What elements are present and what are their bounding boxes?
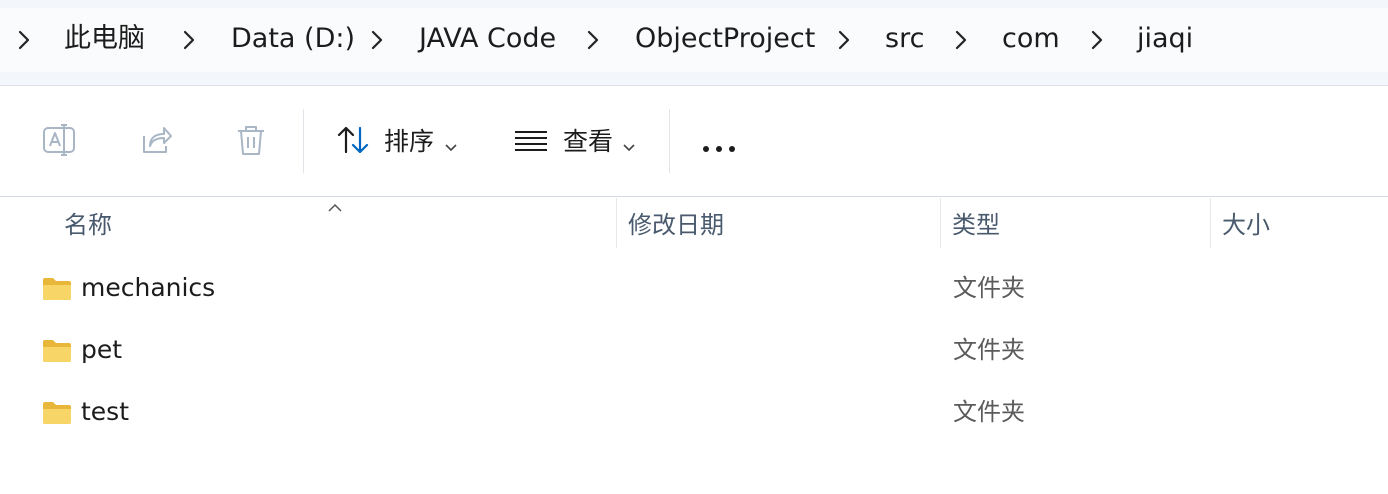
file-row[interactable]: mechanics 文件夹 bbox=[0, 259, 1388, 319]
breadcrumb-item-com[interactable]: com bbox=[1002, 22, 1060, 56]
file-name[interactable]: pet bbox=[81, 334, 122, 366]
breadcrumb-item-this-pc[interactable]: 此电脑 bbox=[64, 22, 145, 56]
share-icon[interactable] bbox=[138, 122, 174, 158]
toolbar-separator bbox=[303, 109, 304, 173]
trash-icon[interactable] bbox=[233, 122, 269, 158]
breadcrumb-item-data-drive[interactable]: Data (D:) bbox=[231, 22, 355, 56]
chevron-down-icon[interactable] bbox=[623, 137, 635, 152]
ellipsis-icon[interactable] bbox=[701, 138, 737, 152]
file-type: 文件夹 bbox=[953, 398, 1025, 426]
chevron-right-icon[interactable] bbox=[179, 28, 199, 52]
sort-ascending-icon bbox=[327, 198, 343, 212]
column-divider[interactable] bbox=[616, 198, 617, 248]
toolbar-separator bbox=[669, 109, 670, 173]
file-type: 文件夹 bbox=[953, 274, 1025, 302]
sort-arrows-icon[interactable] bbox=[336, 122, 372, 158]
rename-icon[interactable] bbox=[41, 122, 77, 158]
breadcrumb-item-src[interactable]: src bbox=[885, 22, 924, 56]
view-button-label[interactable]: 查看 bbox=[563, 126, 613, 158]
chevron-right-icon[interactable] bbox=[1087, 28, 1107, 52]
folder-icon bbox=[42, 339, 72, 363]
column-header-size[interactable]: 大小 bbox=[1222, 210, 1270, 240]
sort-button-label[interactable]: 排序 bbox=[384, 126, 434, 158]
chevron-right-icon[interactable] bbox=[834, 28, 854, 52]
file-row[interactable]: test 文件夹 bbox=[0, 383, 1388, 443]
file-row[interactable]: pet 文件夹 bbox=[0, 321, 1388, 381]
breadcrumb-item-java-code[interactable]: JAVA Code bbox=[419, 22, 556, 56]
folder-icon bbox=[42, 401, 72, 425]
chevron-right-icon[interactable] bbox=[583, 28, 603, 52]
breadcrumb-item-objectproject[interactable]: ObjectProject bbox=[635, 22, 815, 56]
file-type: 文件夹 bbox=[953, 336, 1025, 364]
column-divider[interactable] bbox=[1210, 198, 1211, 248]
chevron-right-icon[interactable] bbox=[14, 28, 34, 52]
list-lines-icon[interactable] bbox=[513, 122, 549, 158]
folder-icon bbox=[42, 277, 72, 301]
column-divider[interactable] bbox=[940, 198, 941, 248]
chevron-right-icon[interactable] bbox=[367, 28, 387, 52]
chevron-down-icon[interactable] bbox=[445, 137, 457, 152]
chevron-right-icon[interactable] bbox=[951, 28, 971, 52]
file-name[interactable]: mechanics bbox=[81, 272, 215, 304]
address-bar: 此电脑 Data (D:) JAVA Code ObjectProject sr… bbox=[0, 0, 1388, 86]
column-header-modified[interactable]: 修改日期 bbox=[628, 210, 724, 240]
command-bar: 排序 查看 bbox=[0, 87, 1388, 197]
column-header-name[interactable]: 名称 bbox=[64, 210, 112, 240]
column-header-type[interactable]: 类型 bbox=[952, 210, 1000, 240]
file-name[interactable]: test bbox=[81, 396, 129, 428]
breadcrumb-item-jiaqi[interactable]: jiaqi bbox=[1137, 22, 1193, 56]
